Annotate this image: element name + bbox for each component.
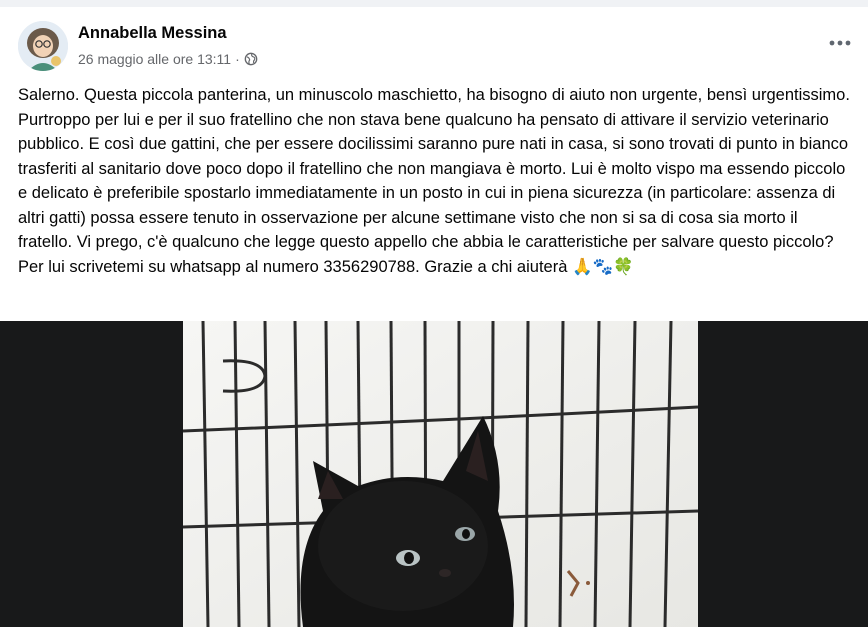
avatar[interactable] [18,21,68,71]
avatar-image [18,21,68,71]
kitten-in-cage-image [183,321,698,627]
post-timestamp[interactable]: 26 maggio alle ore 13:11 [78,51,231,67]
post-text: Salerno. Questa piccola panterina, un mi… [18,86,850,276]
author-name[interactable]: Annabella Messina [78,24,227,43]
meta-separator: · [235,51,240,67]
post-media[interactable] [0,321,868,627]
feed-divider [0,0,868,7]
post-photo[interactable] [183,321,698,627]
globe-icon[interactable] [244,52,258,66]
more-options-button[interactable] [826,33,854,53]
more-horizontal-icon [829,40,851,46]
post-meta: 26 maggio alle ore 13:11 · [78,51,258,67]
